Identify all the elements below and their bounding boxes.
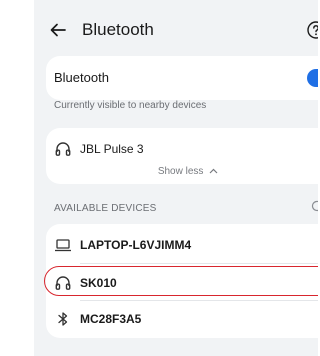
bluetooth-label: Bluetooth xyxy=(54,70,109,85)
refresh-icon[interactable] xyxy=(310,199,318,213)
chevron-up-icon xyxy=(209,169,218,174)
available-device-row[interactable]: LAPTOP-L6VJIMM4 xyxy=(46,228,318,262)
paired-devices-card: JBL Pulse 3 Show less xyxy=(46,128,318,184)
visibility-text: Currently visible to nearby devices xyxy=(54,100,207,111)
bluetooth-toggle[interactable] xyxy=(307,69,318,87)
divider xyxy=(80,263,318,264)
bluetooth-settings-screen: Bluetooth Bluetooth Currently visible to… xyxy=(34,0,318,356)
divider xyxy=(80,300,318,301)
paired-device-name: JBL Pulse 3 xyxy=(80,142,144,156)
bluetooth-icon xyxy=(58,312,68,326)
highlight-outline xyxy=(44,266,318,296)
header: Bluetooth xyxy=(34,14,318,50)
help-icon[interactable] xyxy=(306,20,318,40)
available-devices-heading: AVAILABLE DEVICES xyxy=(54,203,157,214)
laptop-icon xyxy=(55,239,71,252)
show-less-button[interactable]: Show less xyxy=(46,166,318,177)
bluetooth-toggle-card: Bluetooth xyxy=(46,56,318,100)
available-device-name: MC28F3A5 xyxy=(80,312,142,326)
headphones-icon xyxy=(55,142,71,156)
page-title: Bluetooth xyxy=(82,20,154,39)
available-device-row[interactable]: MC28F3A5 xyxy=(46,302,318,336)
back-arrow-icon[interactable] xyxy=(48,20,68,40)
paired-device-row[interactable]: JBL Pulse 3 xyxy=(46,132,318,166)
available-device-name: LAPTOP-L6VJIMM4 xyxy=(80,238,192,252)
show-less-label: Show less xyxy=(157,166,204,177)
